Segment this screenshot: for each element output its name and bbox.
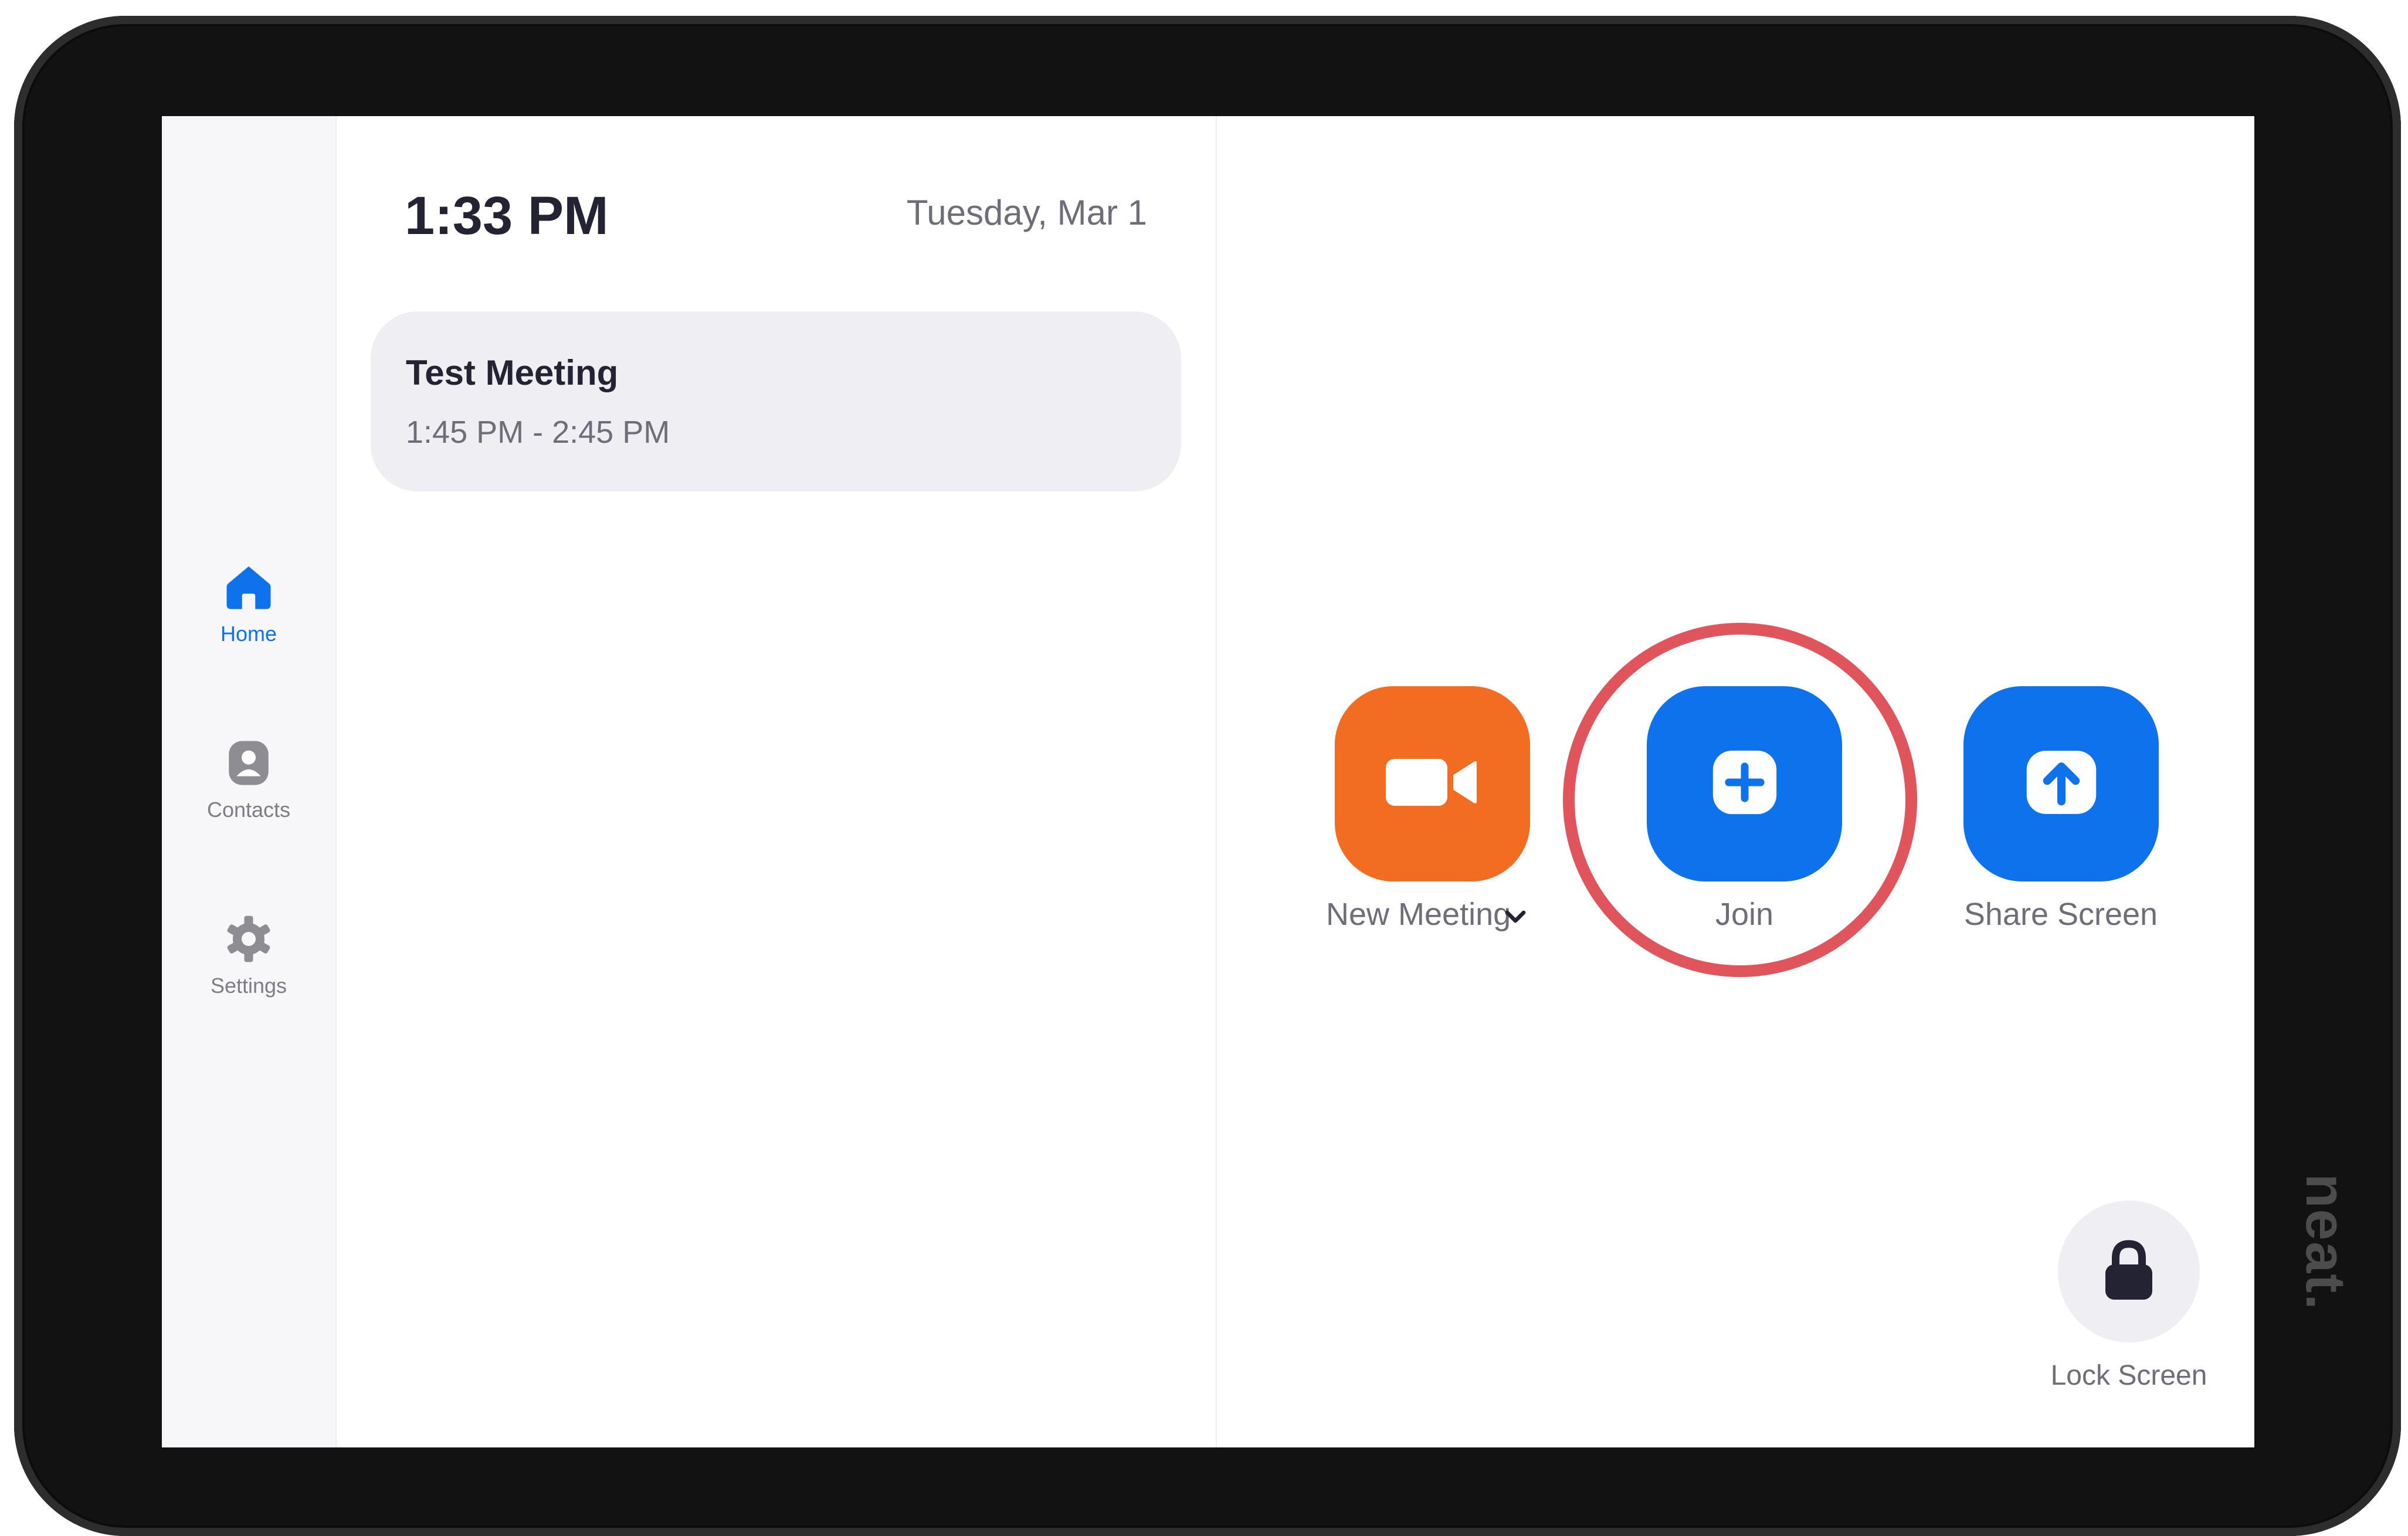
video-camera-icon <box>1385 753 1480 815</box>
settings-icon <box>222 913 275 965</box>
chevron-down-icon[interactable] <box>1504 909 1527 928</box>
current-date: Tuesday, Mar 1 <box>906 193 1147 232</box>
sidebar-item-home[interactable]: Home <box>162 561 335 666</box>
meeting-card[interactable]: Test Meeting 1:45 PM - 2:45 PM <box>371 311 1181 491</box>
share-screen-button[interactable] <box>1963 686 2159 881</box>
meeting-title: Test Meeting <box>406 353 619 392</box>
new-meeting-button[interactable] <box>1335 686 1530 881</box>
lock-icon <box>2100 1237 2158 1306</box>
sidebar-item-label: Home <box>220 622 277 646</box>
sidebar-item-settings[interactable]: Settings <box>162 913 335 1018</box>
join-label: Join <box>1715 897 1774 932</box>
new-meeting-label: New Meeting <box>1326 897 1511 932</box>
lock-screen-label: Lock Screen <box>2050 1360 2207 1391</box>
brand-logo: neat. <box>2294 1173 2357 1311</box>
join-button[interactable] <box>1647 686 1842 881</box>
meeting-time: 1:45 PM - 2:45 PM <box>406 415 670 450</box>
plus-icon <box>1707 744 1783 823</box>
sidebar-item-label: Settings <box>210 974 287 998</box>
lock-screen-button[interactable] <box>2058 1201 2200 1342</box>
contacts-icon <box>222 737 275 789</box>
home-icon <box>222 561 275 613</box>
sidebar-item-label: Contacts <box>206 798 291 822</box>
touch-screen: Home Contacts Settings 1:33 PM Tuesday, … <box>162 116 2254 1447</box>
current-time: 1:33 PM <box>405 186 609 246</box>
sidebar: Home Contacts Settings <box>162 116 337 1447</box>
arrow-up-icon <box>2020 744 2102 823</box>
column-divider <box>1216 116 1217 1447</box>
sidebar-item-contacts[interactable]: Contacts <box>162 737 335 842</box>
share-screen-label: Share Screen <box>1963 897 2158 932</box>
